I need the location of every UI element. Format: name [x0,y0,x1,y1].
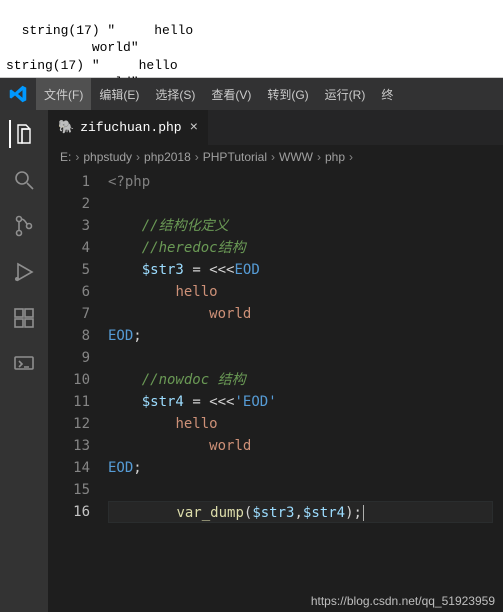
menu-selection-label: 选择(S) [155,86,195,103]
menu-run[interactable]: 运行(R) [317,78,374,110]
code-line[interactable] [108,479,503,501]
line-number: 7 [48,303,90,325]
line-number: 2 [48,193,90,215]
crumb[interactable]: php [325,150,345,164]
chevron-right-icon: › [271,150,275,164]
menubar: 文件(F) 编辑(E) 选择(S) 查看(V) 转到(G) 运行(R) 终 [0,78,503,110]
menu-run-label: 运行(R) [325,86,366,103]
menu-view-label: 查看(V) [211,86,251,103]
vscode-logo-icon [8,84,28,104]
tab-zifuchuan[interactable]: 🐘 zifuchuan.php × [48,110,209,145]
code-line[interactable]: world [108,435,503,457]
line-number: 1 [48,171,90,193]
line-number: 11 [48,391,90,413]
chevron-right-icon: › [317,150,321,164]
line-number: 4 [48,237,90,259]
run-debug-icon[interactable] [10,258,38,286]
menu-go-label: 转到(G) [267,86,308,103]
code-body[interactable]: <?php //结构化定义 //heredoc结构 $str3 = <<<EOD… [108,169,503,612]
crumb[interactable]: php2018 [144,150,191,164]
line-number: 6 [48,281,90,303]
code-line[interactable] [108,193,503,215]
search-icon[interactable] [10,166,38,194]
code-line[interactable]: //nowdoc 结构 [108,369,503,391]
crumb[interactable]: phpstudy [83,150,132,164]
crumb[interactable]: PHPTutorial [203,150,267,164]
line-number: 10 [48,369,90,391]
source-control-icon[interactable] [10,212,38,240]
close-icon[interactable]: × [190,120,198,136]
code-line[interactable]: hello [108,281,503,303]
code-line[interactable]: EOD; [108,457,503,479]
code-line[interactable]: <?php [108,171,503,193]
chevron-right-icon: › [136,150,140,164]
line-number: 12 [48,413,90,435]
chevron-right-icon: › [75,150,79,164]
extensions-icon[interactable] [10,304,38,332]
remote-icon[interactable] [10,350,38,378]
line-number: 8 [48,325,90,347]
code-line[interactable]: world [108,303,503,325]
menu-terminal[interactable]: 终 [373,78,401,110]
code-line[interactable] [108,347,503,369]
crumb[interactable]: WWW [279,150,313,164]
code-line[interactable]: $str3 = <<<EOD [108,259,503,281]
menu-terminal-label: 终 [381,86,393,103]
chevron-right-icon: › [349,150,353,164]
line-number: 3 [48,215,90,237]
code-line[interactable]: hello [108,413,503,435]
code-line[interactable]: //结构化定义 [108,215,503,237]
menu-file[interactable]: 文件(F) [36,78,91,110]
php-file-icon: 🐘 [58,120,74,135]
code-line[interactable]: EOD; [108,325,503,347]
crumb[interactable]: E: [60,150,71,164]
vscode-window: 文件(F) 编辑(E) 选择(S) 查看(V) 转到(G) 运行(R) 终 [0,78,503,612]
line-gutter: 1 2 3 4 5 6 7 8 9 10 11 12 13 14 15 16 [48,169,108,612]
code-line[interactable]: var_dump($str3,$str4); [108,501,493,523]
menu-selection[interactable]: 选择(S) [147,78,203,110]
explorer-icon[interactable] [9,120,37,148]
output-line: world" [6,40,139,55]
breadcrumbs[interactable]: E: › phpstudy › php2018 › PHPTutorial › … [48,145,503,169]
code-line[interactable]: //heredoc结构 [108,237,503,259]
output-line: string(17) " hello [22,23,194,38]
line-number: 14 [48,457,90,479]
line-number: 16 [48,501,90,523]
menu-go[interactable]: 转到(G) [259,78,316,110]
tab-filename: zifuchuan.php [80,120,181,135]
output-line: string(17) " hello [6,58,178,73]
menu-edit-label: 编辑(E) [99,86,139,103]
menu-file-label: 文件(F) [44,86,83,103]
menu-view[interactable]: 查看(V) [203,78,259,110]
menu-edit[interactable]: 编辑(E) [91,78,147,110]
code-line[interactable]: $str4 = <<<'EOD' [108,391,503,413]
editor-content: 🐘 zifuchuan.php × E: › phpstudy › php201… [48,110,503,612]
code-area[interactable]: 1 2 3 4 5 6 7 8 9 10 11 12 13 14 15 16 [48,169,503,612]
activity-bar [0,110,48,612]
line-number: 15 [48,479,90,501]
php-output: string(17) " hello world" string(17) " h… [0,0,503,78]
editor-tabs: 🐘 zifuchuan.php × [48,110,503,145]
line-number: 9 [48,347,90,369]
line-number: 5 [48,259,90,281]
chevron-right-icon: › [195,150,199,164]
line-number: 13 [48,435,90,457]
